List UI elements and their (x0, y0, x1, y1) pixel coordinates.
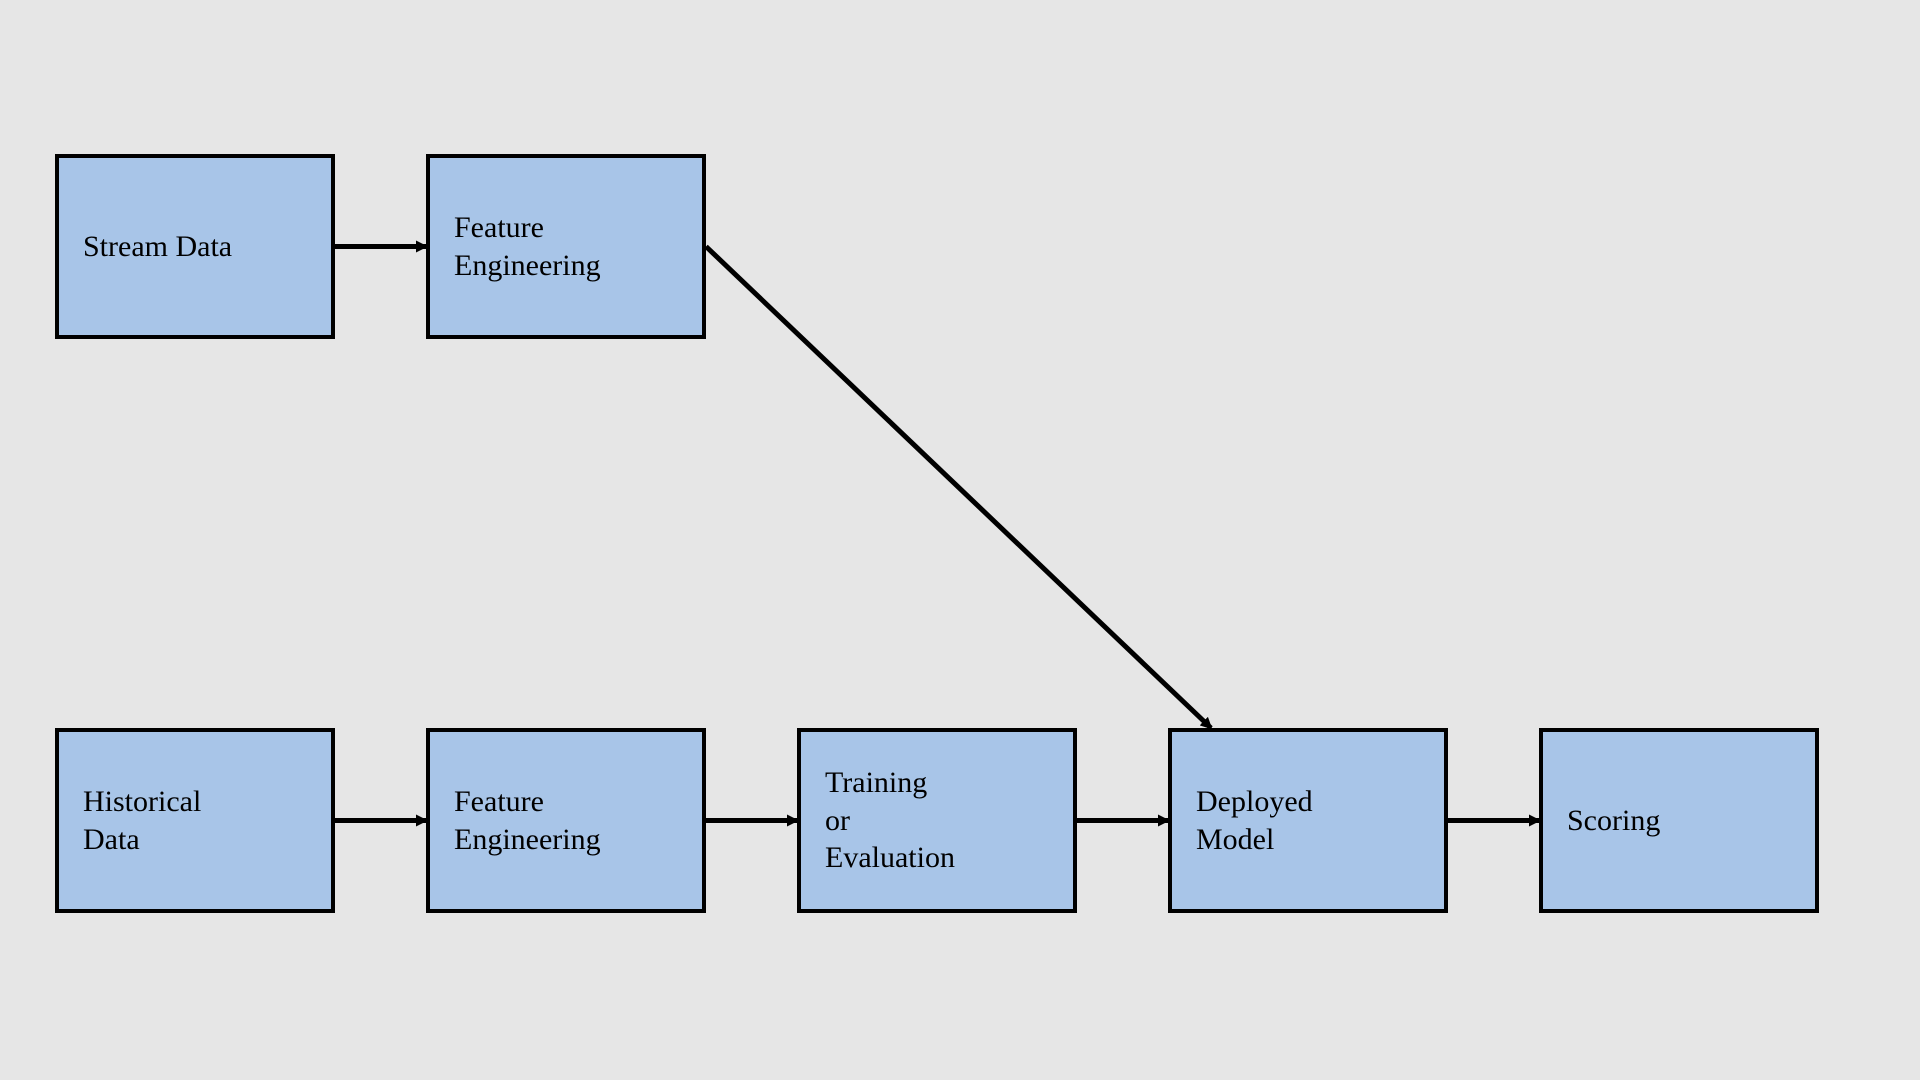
node-deployed-model: DeployedModel (1168, 728, 1448, 913)
node-label: Scoring (1567, 802, 1660, 840)
node-training-or-evaluation: TrainingorEvaluation (797, 728, 1077, 913)
node-label: Stream Data (83, 228, 232, 266)
node-stream-data: Stream Data (55, 154, 335, 339)
diagram-canvas: Stream Data FeatureEngineering Historica… (0, 0, 1920, 1080)
node-label: DeployedModel (1196, 783, 1313, 858)
node-feature-engineering-top: FeatureEngineering (426, 154, 706, 339)
node-historical-data: HistoricalData (55, 728, 335, 913)
node-label: TrainingorEvaluation (825, 764, 955, 877)
node-label: FeatureEngineering (454, 209, 601, 284)
node-label: HistoricalData (83, 783, 201, 858)
node-scoring: Scoring (1539, 728, 1819, 913)
edge-feat_eng_top-to-deployed_model (706, 247, 1211, 729)
node-feature-engineering-bottom: FeatureEngineering (426, 728, 706, 913)
node-label: FeatureEngineering (454, 783, 601, 858)
